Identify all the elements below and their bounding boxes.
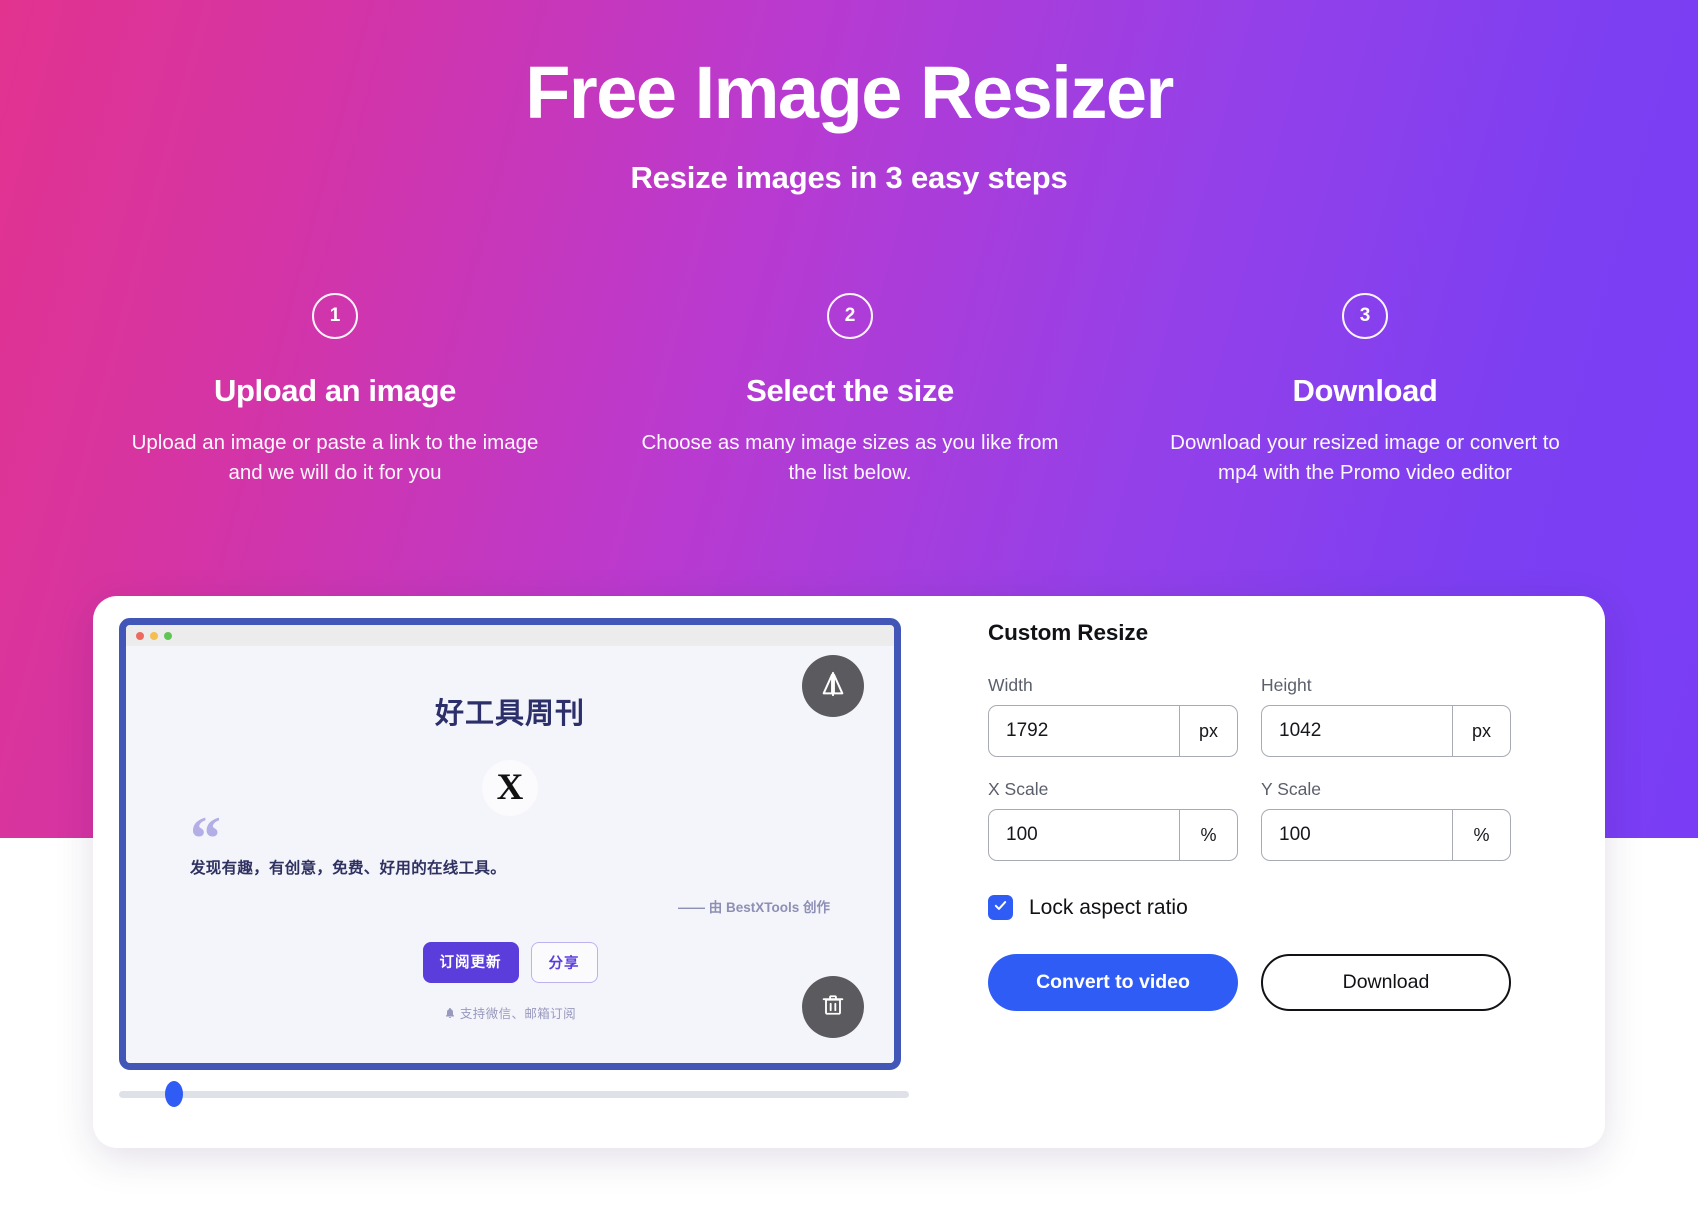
step-item-3: 3 Download Download your resized image o… <box>1150 293 1580 487</box>
bell-icon <box>444 1007 460 1021</box>
browser-titlebar <box>126 625 894 646</box>
resizer-tool-card: 好工具周刊 X “ 发现有趣，有创意，免费、好用的在线工具。 —— 由 Best… <box>93 596 1605 1148</box>
newsletter-footer-text: 支持微信、邮箱订阅 <box>459 1007 576 1021</box>
trash-icon <box>819 991 847 1024</box>
step-description-1: Upload an image or paste a link to the i… <box>131 431 539 484</box>
lock-aspect-ratio-checkbox[interactable] <box>988 895 1013 920</box>
download-button[interactable]: Download <box>1261 954 1511 1011</box>
flip-horizontal-icon <box>819 670 847 703</box>
width-unit: px <box>1179 706 1237 756</box>
steps-list: 1 Upload an image Upload an image or pas… <box>120 293 1580 487</box>
flip-image-button[interactable] <box>802 655 864 717</box>
window-minimize-dot <box>150 631 158 640</box>
height-input-group[interactable]: 1042 px <box>1261 705 1511 757</box>
page-title: Free Image Resizer <box>525 51 1174 134</box>
slider-thumb[interactable] <box>165 1081 184 1107</box>
width-input[interactable]: 1792 <box>989 706 1179 756</box>
step-item-1: 1 Upload an image Upload an image or pas… <box>120 293 550 487</box>
newsletter-logo: X <box>482 760 538 816</box>
newsletter-subscribe-button[interactable]: 订阅更新 <box>422 942 519 983</box>
image-size-slider[interactable] <box>119 1081 909 1107</box>
x-scale-label: X Scale <box>988 779 1049 799</box>
image-preview-column: 好工具周刊 X “ 发现有趣，有创意，免费、好用的在线工具。 —— 由 Best… <box>93 596 938 1148</box>
step-title-2: Select the size <box>746 373 954 408</box>
step-number-badge-3: 3 <box>1342 293 1388 339</box>
height-field: Height 1042 px <box>1261 675 1511 757</box>
lock-aspect-ratio-label: Lock aspect ratio <box>1029 895 1188 919</box>
x-scale-unit: % <box>1179 810 1237 860</box>
panel-title: Custom Resize <box>988 620 1148 645</box>
window-close-dot <box>136 631 144 640</box>
step-description-2: Choose as many image sizes as you like f… <box>641 431 1059 484</box>
y-scale-field: Y Scale 100 % <box>1261 779 1511 861</box>
y-scale-input[interactable]: 100 <box>1262 810 1452 860</box>
x-scale-field: X Scale 100 % <box>988 779 1238 861</box>
slider-track[interactable] <box>119 1081 909 1107</box>
page-subtitle: Resize images in 3 easy steps <box>630 160 1068 195</box>
resize-fields-grid: Width 1792 px Height 1042 px X Scale 100… <box>988 675 1545 861</box>
width-input-group[interactable]: 1792 px <box>988 705 1238 757</box>
height-unit: px <box>1452 706 1510 756</box>
y-scale-unit: % <box>1452 810 1510 860</box>
step-number-badge-2: 2 <box>827 293 873 339</box>
x-scale-input-group[interactable]: 100 % <box>988 809 1238 861</box>
y-scale-label: Y Scale <box>1261 779 1321 799</box>
x-scale-input[interactable]: 100 <box>989 810 1179 860</box>
window-maximize-dot <box>164 631 172 640</box>
lock-aspect-ratio-row[interactable]: Lock aspect ratio <box>988 895 1545 920</box>
delete-image-button[interactable] <box>802 976 864 1038</box>
newsletter-preview-image: 好工具周刊 X “ 发现有趣，有创意，免费、好用的在线工具。 —— 由 Best… <box>126 646 894 1063</box>
step-item-2: 2 Select the size Choose as many image s… <box>635 293 1065 487</box>
width-label: Width <box>988 675 1033 695</box>
height-label: Height <box>1261 675 1312 695</box>
action-button-row: Convert to video Download <box>988 954 1545 1011</box>
newsletter-title: 好工具周刊 <box>434 698 585 730</box>
image-preview-frame: 好工具周刊 X “ 发现有趣，有创意，免费、好用的在线工具。 —— 由 Best… <box>119 618 901 1070</box>
convert-to-video-button[interactable]: Convert to video <box>988 954 1238 1011</box>
newsletter-quote: 发现有趣，有创意，免费、好用的在线工具。 <box>190 860 507 877</box>
step-description-3: Download your resized image or convert t… <box>1170 431 1560 484</box>
newsletter-author: —— 由 BestXTools 创作 <box>677 900 830 915</box>
quote-mark-icon: “ <box>190 805 221 873</box>
newsletter-share-button[interactable]: 分享 <box>530 942 598 983</box>
check-icon <box>993 898 1008 918</box>
newsletter-button-row: 订阅更新 分享 <box>190 942 830 983</box>
newsletter-footer-row: 支持微信、邮箱订阅 <box>190 1003 830 1022</box>
width-field: Width 1792 px <box>988 675 1238 757</box>
step-number-badge-1: 1 <box>312 293 358 339</box>
y-scale-input-group[interactable]: 100 % <box>1261 809 1511 861</box>
height-input[interactable]: 1042 <box>1262 706 1452 756</box>
custom-resize-panel: Custom Resize Width 1792 px Height 1042 … <box>938 596 1605 1148</box>
step-title-1: Upload an image <box>213 373 457 408</box>
step-title-3: Download <box>1292 373 1438 408</box>
